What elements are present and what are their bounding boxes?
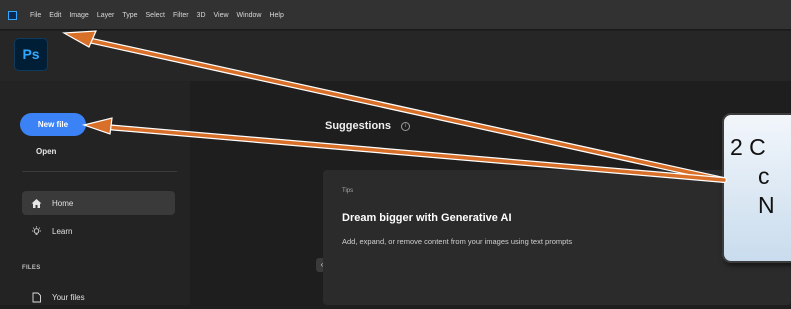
sidebar-item-label: Learn [52,226,73,236]
photoshop-logo[interactable]: Ps [14,38,48,71]
menu-help[interactable]: Help [269,11,283,20]
sidebar-item-home[interactable]: Home [22,191,175,215]
menu-image[interactable]: Image [69,11,88,20]
suggestions-title: Suggestions [325,120,392,132]
sidebar-item-label: Home [52,198,74,208]
menu-window[interactable]: Window [237,11,262,20]
menu-3d[interactable]: 3D [197,11,206,20]
menu-file[interactable]: File [30,11,41,20]
menu-view[interactable]: View [214,11,229,20]
callout-text: 2 C c N [730,133,775,220]
tip-title: Dream bigger with Generative AI [342,212,512,224]
sidebar-item-learn[interactable]: Learn [22,219,175,243]
photoshop-mini-icon [8,11,17,20]
menu-type[interactable]: Type [122,11,137,20]
app-header [0,31,791,81]
sidebar-item-your-files[interactable]: Your files [22,285,175,309]
callout-line-3: N [758,192,775,218]
menu-bar: File Edit Image Layer Type Select Filter… [0,0,791,30]
callout-line-2: c [758,163,770,189]
menu-layer[interactable]: Layer [97,11,115,20]
menu-edit[interactable]: Edit [49,11,61,20]
sidebar-divider [22,171,177,172]
files-section-header: FILES [22,265,41,271]
sidebar-item-label: Your files [52,292,85,302]
new-file-button[interactable]: New file [20,113,86,136]
menu-filter[interactable]: Filter [173,11,189,20]
callout-line-1: 2 C [730,134,766,160]
home-icon [31,198,42,209]
suggestions-heading: Suggestions i [325,120,411,132]
lightbulb-icon [31,225,42,237]
file-icon [31,292,42,303]
open-button[interactable]: Open [36,147,56,156]
menu-items: File Edit Image Layer Type Select Filter… [30,11,284,20]
tip-tag: Tips [342,188,354,194]
info-icon[interactable]: i [401,121,411,131]
tip-description: Add, expand, or remove content from your… [342,237,573,246]
menu-select[interactable]: Select [146,11,165,20]
